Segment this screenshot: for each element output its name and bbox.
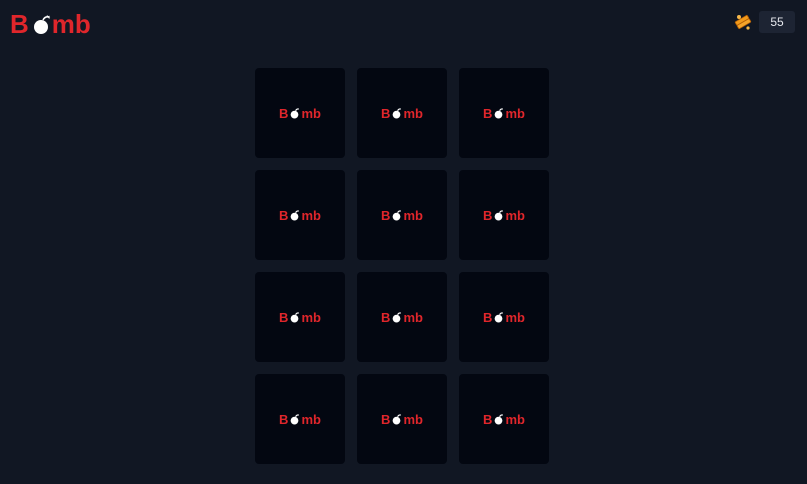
tile-logo: Bmb — [381, 209, 423, 222]
bomb-icon — [493, 209, 504, 221]
tile-logo-letters-mb: mb — [505, 207, 525, 223]
game-tile[interactable]: Bmb — [459, 170, 549, 260]
bomb-icon — [289, 107, 300, 119]
coin-count: 55 — [759, 11, 795, 33]
tile-logo: Bmb — [381, 311, 423, 324]
tile-logo: Bmb — [483, 107, 525, 120]
logo-letter-b: B — [10, 9, 29, 39]
tile-logo-letter-b: B — [381, 207, 391, 223]
game-tile[interactable]: Bmb — [459, 374, 549, 464]
tile-logo-letters-mb: mb — [505, 309, 525, 325]
tile-logo-letter-b: B — [279, 105, 289, 121]
currency-display: 55 — [733, 11, 795, 33]
bomb-icon — [493, 311, 504, 323]
bomb-icon — [289, 413, 300, 425]
bomb-icon — [391, 311, 402, 323]
tile-logo: Bmb — [279, 311, 321, 324]
tile-logo-letter-b: B — [483, 207, 493, 223]
bomb-icon — [31, 15, 51, 35]
tile-logo-letter-b: B — [483, 411, 493, 427]
tile-logo-letter-b: B — [381, 309, 391, 325]
tile-logo: Bmb — [381, 413, 423, 426]
tile-logo: Bmb — [483, 413, 525, 426]
tile-logo-letters-mb: mb — [403, 105, 423, 121]
tile-logo-letter-b: B — [381, 105, 391, 121]
tile-logo: Bmb — [279, 107, 321, 120]
tile-logo-letter-b: B — [279, 309, 289, 325]
bomb-icon — [289, 209, 300, 221]
tile-logo-letter-b: B — [483, 105, 493, 121]
tile-logo-letters-mb: mb — [403, 411, 423, 427]
game-tile[interactable]: Bmb — [255, 170, 345, 260]
bomb-icon — [289, 311, 300, 323]
coin-stack-icon — [734, 15, 752, 30]
tile-logo: Bmb — [483, 311, 525, 324]
tile-logo-letters-mb: mb — [505, 105, 525, 121]
tile-logo-letters-mb: mb — [505, 411, 525, 427]
tile-logo-letters-mb: mb — [301, 309, 321, 325]
tile-logo-letters-mb: mb — [301, 411, 321, 427]
bomb-icon — [391, 413, 402, 425]
app-logo[interactable]: B mb — [10, 8, 91, 40]
tile-logo-letter-b: B — [483, 309, 493, 325]
tile-logo-letters-mb: mb — [403, 207, 423, 223]
game-tile[interactable]: Bmb — [459, 68, 549, 158]
bomb-icon — [391, 107, 402, 119]
game-tile[interactable]: Bmb — [459, 272, 549, 362]
game-tile[interactable]: Bmb — [357, 68, 447, 158]
tile-logo-letter-b: B — [381, 411, 391, 427]
bomb-icon — [493, 107, 504, 119]
game-tile[interactable]: Bmb — [357, 374, 447, 464]
game-tile[interactable]: Bmb — [255, 272, 345, 362]
bomb-icon — [391, 209, 402, 221]
tile-logo-letters-mb: mb — [301, 207, 321, 223]
tile-logo: Bmb — [381, 107, 423, 120]
tile-grid: Bmb Bmb Bmb Bmb Bmb Bmb Bmb Bmb Bmb Bmb Bmb Bmb — [255, 68, 549, 464]
tile-logo: Bmb — [483, 209, 525, 222]
game-tile[interactable]: Bmb — [255, 374, 345, 464]
game-tile[interactable]: Bmb — [255, 68, 345, 158]
game-tile[interactable]: Bmb — [357, 272, 447, 362]
game-page: B mb 55 Bmb Bmb Bmb Bmb Bmb Bmb Bmb Bmb Bmb Bmb Bm… — [0, 0, 807, 484]
logo-letters-mb: mb — [51, 9, 91, 39]
tile-logo-letter-b: B — [279, 411, 289, 427]
tile-logo-letters-mb: mb — [301, 105, 321, 121]
game-tile[interactable]: Bmb — [357, 170, 447, 260]
tile-logo-letter-b: B — [279, 207, 289, 223]
tile-logo-letters-mb: mb — [403, 309, 423, 325]
bomb-icon — [493, 413, 504, 425]
tile-logo: Bmb — [279, 209, 321, 222]
tile-logo: Bmb — [279, 413, 321, 426]
